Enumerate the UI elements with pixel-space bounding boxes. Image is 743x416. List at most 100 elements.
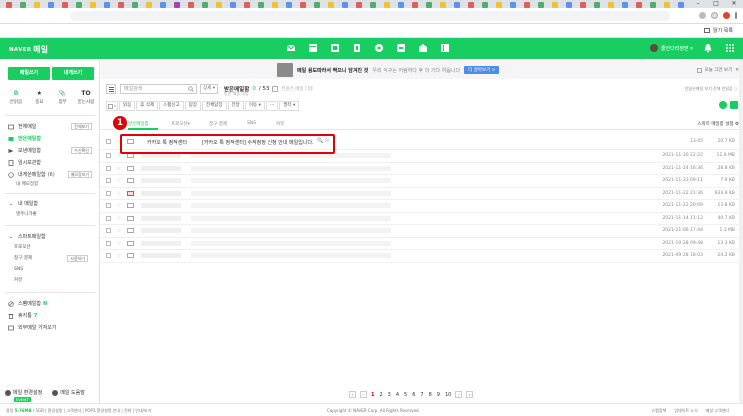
mail-subject-blurred[interactable] (191, 253, 391, 258)
sidebar-item-billing[interactable]: 청구·결제 사용하기 (14, 254, 94, 262)
mailbox-sent[interactable]: 보낸메일함 수신확인 (8, 146, 96, 155)
sidebar-item-my-folder[interactable]: 명주니가좋 (16, 210, 96, 218)
sidebar-item-sns[interactable]: SNS (14, 265, 94, 273)
unread-view-toggle[interactable]: 안읽은메일 보기 전체 안읽음 ⓘ (685, 86, 738, 92)
more-button[interactable]: ⋯ (265, 101, 279, 111)
self-compose-button[interactable]: 내게쓰기 (52, 67, 94, 80)
sidebar-item-promotion[interactable]: 프로모션 (14, 243, 94, 251)
delete-button[interactable]: 휴 삭제 (136, 101, 159, 111)
maximize-button[interactable]: □ (707, 0, 725, 8)
mybox-app-icon[interactable] (417, 42, 428, 53)
select-all-checkbox[interactable]: ▾ (106, 101, 118, 111)
star-icon[interactable] (711, 12, 718, 19)
star-icon[interactable]: ☆ (116, 165, 121, 172)
mail-row[interactable]: ☆ 2021-11-22 21:36 933.9 KB (101, 188, 743, 200)
page-link[interactable]: 2 (379, 392, 382, 398)
page-link[interactable]: 8 (429, 392, 432, 398)
mailbox-drafts[interactable]: 임시보관함 (8, 158, 96, 167)
memo-view-button[interactable]: 메모장보기 (67, 171, 92, 178)
smart-mailbox-header[interactable]: ⌄ 스마트메일함 (8, 232, 96, 241)
mail-subject-blurred[interactable] (191, 190, 391, 196)
mail-checkbox[interactable] (106, 153, 111, 158)
star-icon[interactable]: ☆ (116, 240, 121, 247)
tab-community[interactable]: 커뮤 (276, 121, 284, 127)
star-icon[interactable]: ☆ (116, 202, 121, 209)
mail-row[interactable]: ☆ 2021-11-06 17:44 1.3 MB (101, 225, 743, 238)
banner-learn-more-button[interactable]: 더 알아보기 > (464, 66, 500, 74)
reply-button[interactable]: 답장 (184, 101, 201, 111)
mail-row[interactable]: ☆ 2021-11-14 11:12 40.7 KB (101, 213, 743, 225)
first-page-button[interactable]: « (349, 391, 356, 398)
mail-subject-blurred[interactable] (191, 178, 391, 183)
last-page-button[interactable]: » (466, 391, 474, 398)
star-icon[interactable]: ☆ (116, 227, 121, 234)
mailbox-self[interactable]: 내게쓴메일함 (6) 메모장보기 (8, 170, 96, 179)
compose-button[interactable]: 메일쓰기 (8, 67, 50, 80)
mailbox-trash[interactable]: 휴지통 7 (8, 311, 96, 320)
sidebar-item-community[interactable]: 커뮤 (14, 276, 94, 284)
close-window-button[interactable]: ✕ (725, 0, 743, 8)
mailbox-spam[interactable]: 스팸메일함 N (8, 299, 96, 308)
mail-checkbox[interactable] (106, 215, 111, 221)
naver-mail-logo[interactable]: NAVER 메일 (9, 44, 48, 55)
star-icon[interactable]: ☆ (116, 252, 121, 259)
tab-inbox[interactable]: 받은메일함 (128, 121, 149, 127)
smart-mailbox-settings[interactable]: 스마트 메일함 설정 ⚙ (698, 121, 739, 127)
calendar-app-icon[interactable] (307, 42, 318, 53)
search-input[interactable]: 메일검색 (120, 84, 197, 94)
sidebar-item-memo[interactable]: 내 메모장함 (16, 180, 96, 188)
page-link[interactable]: 4 (396, 392, 399, 398)
mail-subject-blurred[interactable] (191, 203, 391, 208)
star-icon[interactable]: ☆ (116, 190, 121, 197)
quick-to-me[interactable]: TO 받는사람 (76, 89, 96, 106)
page-link[interactable]: 5 (404, 392, 407, 398)
user-menu[interactable]: 줄안다리정받 ▾ (650, 44, 693, 52)
page-link[interactable]: 1 (371, 392, 374, 398)
next-page-button[interactable]: › (455, 391, 463, 398)
footer-link[interactable]: 메일 고객센터 (706, 408, 729, 414)
mailbox-inbox[interactable]: 받은메일함 (8, 134, 96, 143)
mail-subject-blurred[interactable] (191, 215, 391, 221)
forward-button[interactable]: 전달 (227, 101, 244, 111)
mail-subject-blurred[interactable] (191, 165, 391, 171)
mail-row[interactable]: ☆ 2021-11-22 20:09 13.8 KB (101, 200, 743, 213)
search-icon[interactable] (188, 86, 194, 92)
footer-link[interactable]: 업데이트 소식 (674, 408, 697, 414)
page-link[interactable]: 10 (445, 392, 451, 398)
bell-icon[interactable] (703, 43, 713, 53)
dismiss-checkbox[interactable] (696, 67, 702, 73)
quick-important[interactable]: ★ 중요 (29, 89, 49, 106)
mailbox-all[interactable]: 전체메일 전체보기 (8, 122, 96, 131)
detail-search-button[interactable]: 상세 ▾ (200, 84, 218, 94)
move-button[interactable]: 이동 ▾ (244, 101, 265, 111)
mail-subject-blurred[interactable] (191, 228, 391, 233)
tab-promotion[interactable]: 프로모션▾ (171, 121, 190, 127)
sync-icon[interactable] (719, 101, 727, 109)
more-icon[interactable] (735, 12, 737, 19)
profile-icon[interactable] (723, 12, 730, 19)
page-link[interactable]: 6 (412, 392, 415, 398)
mail-help-button[interactable]: 메일 도움말 (52, 389, 85, 396)
page-link[interactable]: 9 (437, 392, 440, 398)
mail-row[interactable]: ☆ 2021-10-28 09:48 13.3 KB (101, 238, 743, 250)
hamburger-menu-button[interactable] (106, 84, 116, 94)
talk-app-icon[interactable] (373, 42, 384, 53)
mail-checkbox[interactable] (106, 240, 111, 246)
contacts-app-icon[interactable] (329, 42, 340, 53)
mail-row[interactable]: ☆ 2021-11-23 09:11 7.9 KB (101, 175, 743, 188)
read-receipt-button[interactable]: 수신확인 (71, 147, 92, 154)
mail-checkbox[interactable] (106, 178, 111, 183)
mail-checkbox[interactable] (106, 253, 111, 258)
star-icon[interactable]: ☆ (116, 177, 121, 184)
banner-dismiss[interactable]: 오늘 그만 보기 ✕ (696, 67, 739, 73)
view-mode-icon[interactable] (730, 101, 738, 109)
reading-list[interactable]: 읽기 목록 (704, 27, 733, 34)
refresh-icon[interactable] (272, 86, 279, 92)
prev-page-button[interactable]: ‹ (360, 391, 367, 398)
mail-checkbox[interactable] (106, 190, 111, 196)
footer-link[interactable]: 스팸정책 (652, 408, 667, 414)
office-app-icon[interactable] (439, 42, 450, 53)
mail-subject-blurred[interactable] (191, 240, 391, 246)
filter-button[interactable]: 필터 ▾ (279, 101, 300, 111)
scrollbar[interactable] (739, 59, 743, 403)
